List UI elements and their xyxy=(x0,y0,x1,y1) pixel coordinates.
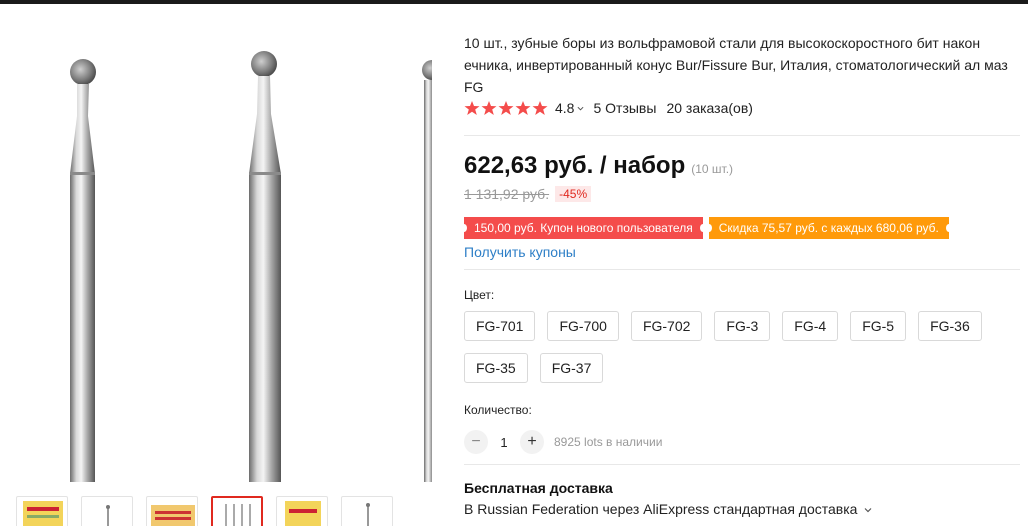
chevron-down-icon[interactable] xyxy=(864,506,872,514)
reviews-link[interactable]: 5 Отзывы xyxy=(593,100,656,116)
star-icon xyxy=(464,101,480,115)
rating-value[interactable]: 4.8 xyxy=(555,100,574,116)
thumbnail-1[interactable] xyxy=(16,496,68,526)
quantity-stepper: − 1 + 8925 lots в наличии xyxy=(464,430,662,454)
old-price: 1 131,92 руб. xyxy=(464,186,550,202)
product-info: 10 шт., зубные боры из вольфрамовой стал… xyxy=(461,32,1020,517)
old-price-row: 1 131,92 руб. -45% xyxy=(464,186,592,202)
variant-option[interactable]: FG-35 xyxy=(464,353,528,383)
variant-option[interactable]: FG-3 xyxy=(714,311,771,341)
dental-burs-image xyxy=(70,51,432,482)
rating-row: 4.8 5 Отзывы 20 заказа(ов) xyxy=(464,100,753,116)
minus-icon: − xyxy=(471,433,481,450)
current-price: 622,63 руб. / набор xyxy=(464,152,686,179)
price-unit: (10 шт.) xyxy=(691,162,734,176)
get-coupons-link[interactable]: Получить купоны xyxy=(464,244,576,260)
color-label: Цвет: xyxy=(464,288,495,302)
thumbnail-6[interactable] xyxy=(341,496,393,526)
thumbnail-4-selected[interactable] xyxy=(211,496,263,526)
stock-info: 8925 lots в наличии xyxy=(554,435,663,449)
shipping-title: Бесплатная доставка xyxy=(464,480,613,496)
divider xyxy=(464,135,1020,136)
variant-option[interactable]: FG-37 xyxy=(539,353,604,383)
thumbnail-strip xyxy=(16,496,393,526)
variant-option[interactable]: FG-36 xyxy=(918,311,982,341)
divider xyxy=(464,464,1020,465)
variant-option[interactable]: FG-4 xyxy=(782,311,839,341)
divider xyxy=(464,269,1020,270)
product-title: 10 шт., зубные боры из вольфрамовой стал… xyxy=(464,35,1008,95)
discount-badge: -45% xyxy=(555,186,592,202)
shipping-detail[interactable]: В Russian Federation через AliExpress ст… xyxy=(464,501,872,517)
variant-option[interactable]: FG-701 xyxy=(464,311,536,341)
main-product-image[interactable] xyxy=(0,4,432,482)
orders-count: 20 заказа(ов) xyxy=(666,100,753,116)
coupon-row: 150,00 руб. Купон нового пользователя Ск… xyxy=(461,217,953,239)
variant-option[interactable]: FG-5 xyxy=(850,311,907,341)
thumbnail-5[interactable] xyxy=(276,496,328,526)
chevron-down-icon[interactable] xyxy=(577,105,584,112)
variant-option[interactable]: FG-700 xyxy=(547,311,619,341)
shipping-detail-text: В Russian Federation через AliExpress ст… xyxy=(464,501,858,517)
variant-option[interactable]: FG-702 xyxy=(630,311,703,341)
price-row: 622,63 руб. / набор (10 шт.) xyxy=(464,152,733,180)
plus-icon: + xyxy=(527,433,537,450)
thumbnail-3[interactable] xyxy=(146,496,198,526)
store-discount-coupon[interactable]: Скидка 75,57 руб. с каждых 680,06 руб. xyxy=(705,217,953,239)
thumbnail-2[interactable] xyxy=(81,496,133,526)
quantity-label: Количество: xyxy=(464,403,532,417)
quantity-increase-button[interactable]: + xyxy=(520,430,544,454)
quantity-value[interactable]: 1 xyxy=(488,435,520,450)
star-icon xyxy=(481,101,497,115)
new-user-coupon[interactable]: 150,00 руб. Купон нового пользователя xyxy=(461,217,706,239)
quantity-decrease-button[interactable]: − xyxy=(464,430,488,454)
color-options: FG-701 FG-700 FG-702 FG-3 FG-4 FG-5 FG-3… xyxy=(464,311,1004,383)
star-icon xyxy=(532,101,548,115)
star-icon xyxy=(498,101,514,115)
rating-stars xyxy=(464,100,548,116)
star-icon xyxy=(515,101,531,115)
